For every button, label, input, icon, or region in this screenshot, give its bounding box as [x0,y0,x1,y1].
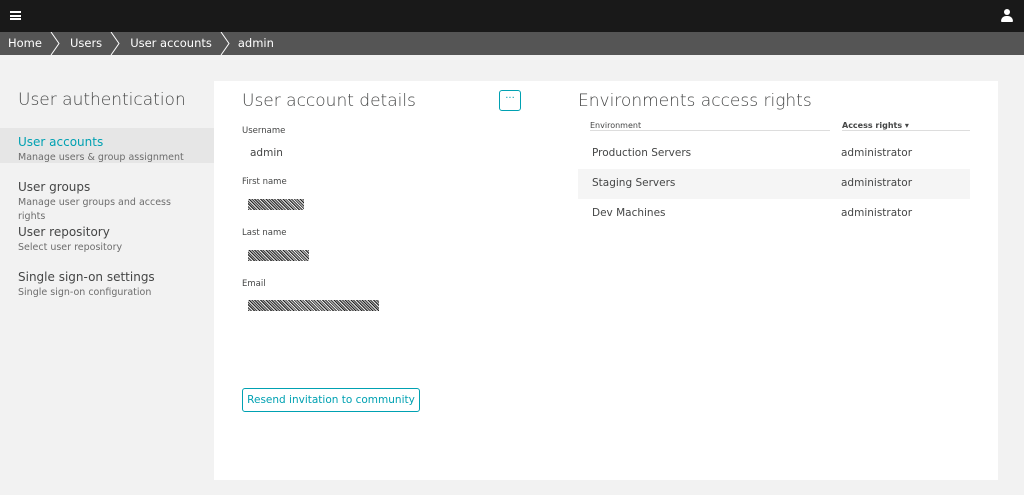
firstname-redacted [248,199,304,210]
access-rights-cell: administrator [841,207,913,219]
environment-cell: Production Servers [592,147,692,159]
top-bar [0,0,1024,32]
column-header-environment[interactable]: Environment [590,121,641,130]
sidebar-item-user-accounts[interactable]: User accounts Manage users & group assig… [0,128,214,163]
environment-cell: Dev Machines [592,207,666,219]
sidebar-item-single-sign-on[interactable]: Single sign-on settings Single sign-on c… [0,263,214,298]
sidebar-item-label: User accounts [18,135,104,149]
breadcrumb-users[interactable]: Users [62,32,122,55]
access-rights-cell: administrator [841,147,913,159]
table-row[interactable]: Production Servers administrator [578,139,970,169]
sidebar-item-label: User groups [18,180,91,194]
breadcrumb: Home Users User accounts admin [0,32,1024,55]
divider [842,130,970,131]
access-rights-cell: administrator [841,177,913,189]
breadcrumb-label: User accounts [130,36,212,50]
details-title: User account details [242,91,416,111]
sidebar-item-desc: Single sign-on configuration [18,287,152,298]
breadcrumb-admin: admin [232,32,274,55]
breadcrumb-label: admin [237,36,274,50]
environments-title: Environments access rights [578,91,812,111]
chevron-right-icon [50,32,60,55]
lastname-label: Last name [242,228,287,238]
sidebar-item-user-repository[interactable]: User repository Select user repository [0,218,214,253]
username-label: Username [242,126,286,136]
breadcrumb-user-accounts[interactable]: User accounts [122,32,232,55]
table-header: Environment Access rights ▾ [578,117,970,131]
environment-cell: Staging Servers [592,177,676,189]
username-value: admin [250,147,283,159]
table-row[interactable]: Staging Servers administrator [578,169,970,199]
lastname-redacted [248,250,309,261]
hamburger-menu-icon[interactable] [10,11,21,20]
sidebar-title: User authentication [18,90,186,110]
table-row[interactable]: Dev Machines administrator [578,199,970,229]
firstname-label: First name [242,177,287,187]
user-icon[interactable] [1001,9,1013,23]
sidebar-item-label: User repository [18,225,110,239]
sidebar-item-label: Single sign-on settings [18,270,155,284]
resend-invitation-button[interactable]: Resend invitation to community [242,388,420,412]
sidebar-nav: User accounts Manage users & group assig… [0,128,214,308]
breadcrumb-label: Home [8,36,42,50]
sidebar-item-desc: Manage users & group assignment [18,152,184,163]
breadcrumb-label: Users [69,36,103,50]
email-label: Email [242,279,266,289]
chevron-right-icon [220,32,230,55]
environments-table: Environment Access rights ▾ Production S… [578,117,970,229]
sidebar-item-desc: Select user repository [18,242,123,253]
breadcrumb-home[interactable]: Home [0,32,62,55]
main-panel: User account details ··· Username admin … [214,81,998,480]
more-actions-button[interactable]: ··· [499,90,521,111]
email-redacted [248,300,379,311]
sidebar-item-user-groups[interactable]: User groups Manage user groups and acces… [0,173,214,222]
divider [590,130,830,131]
column-header-access-rights[interactable]: Access rights ▾ [842,121,909,130]
chevron-right-icon [110,32,120,55]
